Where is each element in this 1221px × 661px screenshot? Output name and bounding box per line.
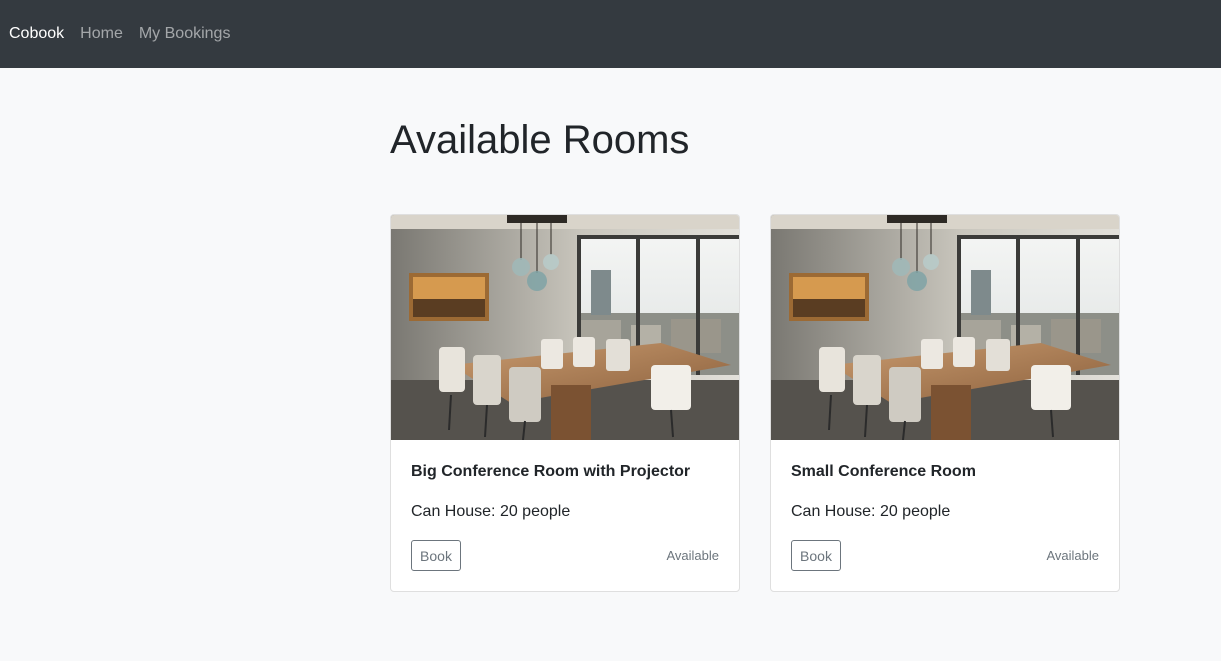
room-capacity: Can House: 20 people [411, 503, 571, 520]
room-name: Small Conference Room [791, 463, 976, 480]
nav-link-my-bookings[interactable]: My Bookings [139, 25, 231, 43]
availability-status: Available [1046, 548, 1099, 563]
page-title: Available Rooms [390, 118, 690, 162]
room-image [771, 215, 1119, 440]
brand-link[interactable]: Cobook [9, 25, 64, 43]
top-navbar: Cobook Home My Bookings [0, 0, 1221, 68]
nav-link-home[interactable]: Home [80, 25, 123, 43]
room-name: Big Conference Room with Projector [411, 463, 691, 480]
room-image [391, 215, 739, 440]
availability-status: Available [666, 548, 719, 563]
room-capacity: Can House: 20 people [791, 503, 951, 520]
book-button[interactable]: Book [411, 540, 461, 571]
book-button[interactable]: Book [791, 540, 841, 571]
room-card: Big Conference Room with Projector Can H… [390, 214, 740, 592]
room-card: Small Conference Room Can House: 20 peop… [770, 214, 1120, 592]
